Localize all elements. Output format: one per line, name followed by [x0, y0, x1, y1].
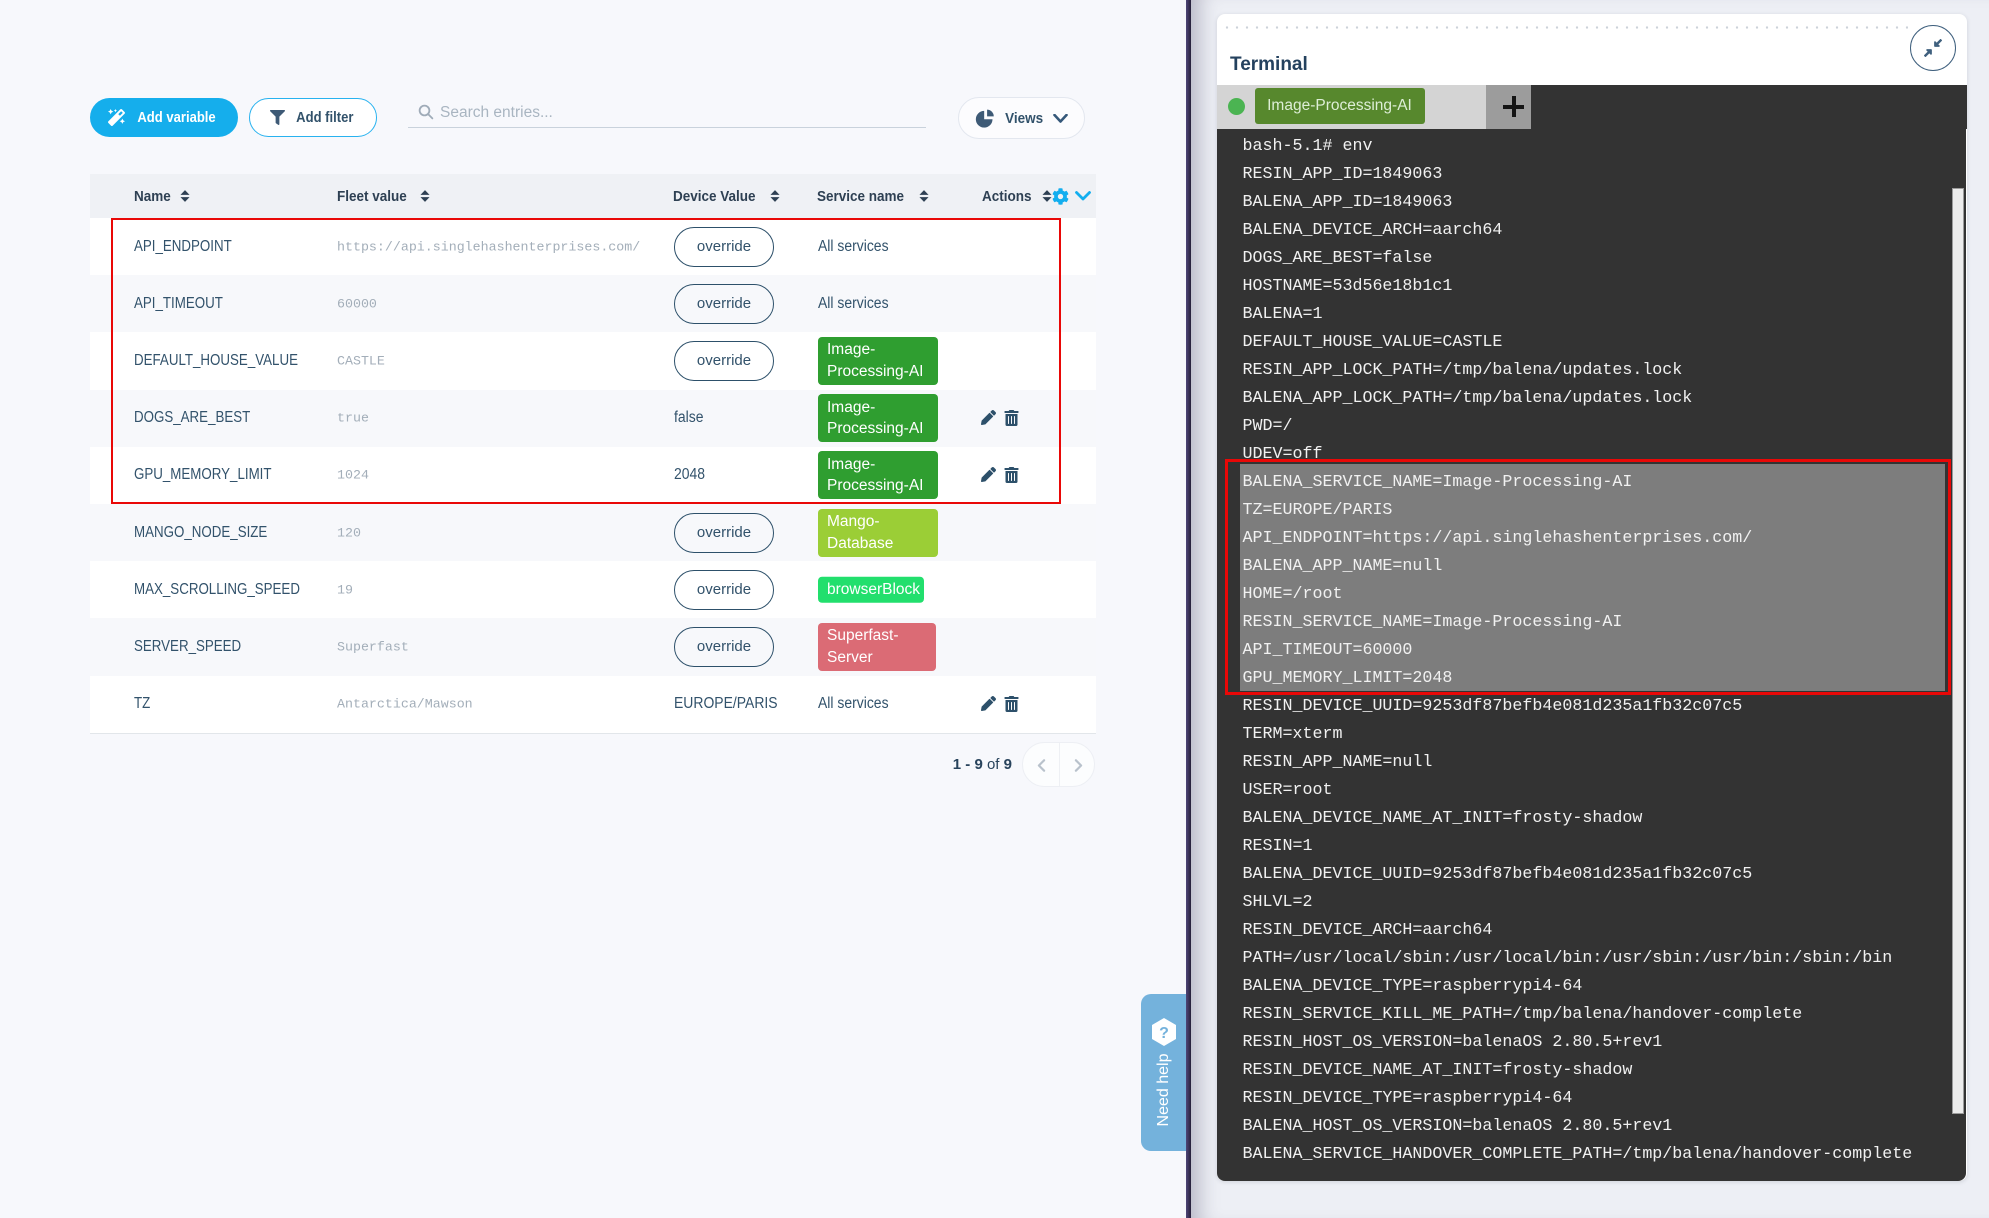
svg-text:?: ? — [1159, 1025, 1169, 1042]
